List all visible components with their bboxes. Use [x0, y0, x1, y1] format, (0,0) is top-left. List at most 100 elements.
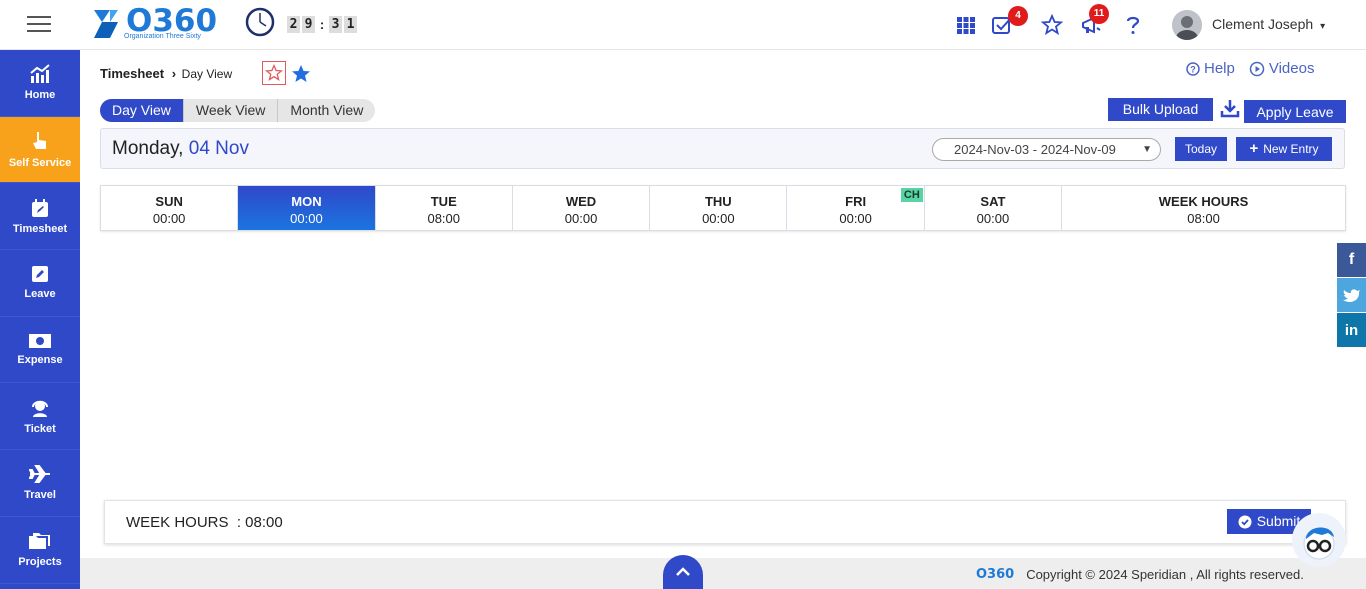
- sidebar-item-label: Ticket: [24, 422, 56, 435]
- question-circle-icon: ?: [1186, 61, 1200, 76]
- sidebar-item-label: Timesheet: [12, 222, 68, 235]
- day-cell-mon[interactable]: MON 00:00: [238, 186, 376, 230]
- copyright: O360 Copyright © 2024 Speridian , All ri…: [976, 567, 1304, 582]
- timer-separator: :: [319, 17, 325, 32]
- star-filled-icon[interactable]: [290, 63, 312, 85]
- chatbot-icon: [1303, 527, 1335, 560]
- day-hours: 00:00: [976, 211, 1010, 226]
- day-name: SAT: [980, 194, 1006, 209]
- bulk-upload-button[interactable]: Bulk Upload: [1108, 98, 1213, 121]
- user-avatar[interactable]: [1172, 10, 1202, 40]
- download-icon[interactable]: [1220, 98, 1240, 118]
- sidebar-item-timesheet[interactable]: Timesheet: [0, 183, 80, 251]
- money-icon: [29, 334, 51, 349]
- day-cell-wed[interactable]: WED 00:00: [513, 186, 651, 230]
- top-header: O360 Organization Three Sixty 2 9 : 3 1 …: [0, 0, 1366, 50]
- day-name: MON: [291, 194, 322, 209]
- help-question-icon[interactable]: [1122, 14, 1144, 36]
- sidebar-item-label: Expense: [17, 354, 63, 367]
- logo-subtitle: Organization Three Sixty: [124, 33, 201, 40]
- help-link[interactable]: ? Help: [1186, 60, 1235, 77]
- sidebar-item-travel[interactable]: Travel: [0, 450, 80, 517]
- facebook-icon: f: [1348, 251, 1355, 268]
- hand-pointer-icon: [33, 132, 46, 150]
- timer-digit: 3: [329, 16, 342, 33]
- day-hours: 00:00: [702, 211, 735, 226]
- sidebar-item-leave[interactable]: Leave: [0, 250, 80, 317]
- page-footer: O360 Copyright © 2024 Speridian , All ri…: [80, 555, 1366, 589]
- twitter-icon: [1342, 288, 1360, 302]
- apply-leave-button[interactable]: Apply Leave: [1244, 100, 1346, 123]
- sidebar-item-home[interactable]: Home: [0, 50, 80, 117]
- favorites-star-icon[interactable]: [1041, 14, 1063, 36]
- chevron-up-icon: [676, 567, 690, 576]
- user-name: Clement Joseph: [1212, 16, 1314, 32]
- logo-mark-icon: [94, 10, 118, 38]
- timer-digit: 9: [302, 16, 315, 33]
- apps-grid-icon[interactable]: [955, 14, 977, 36]
- new-entry-label: New Entry: [1263, 142, 1319, 156]
- app-logo[interactable]: O360 Organization Three Sixty: [90, 3, 225, 42]
- day-hours: 00:00: [290, 211, 323, 226]
- day-name: SUN: [155, 194, 183, 209]
- sidebar-item-expense[interactable]: Expense: [0, 317, 80, 384]
- day-cell-thu[interactable]: THU 00:00: [650, 186, 788, 230]
- timer-digit: 1: [344, 16, 357, 33]
- sidebar-item-label: Leave: [24, 288, 56, 301]
- week-hours-value: 08:00: [1187, 211, 1220, 226]
- day-cell-fri[interactable]: CH FRI 00:00: [787, 186, 925, 230]
- sidebar-item-ticket[interactable]: Ticket: [0, 383, 80, 451]
- linkedin-button[interactable]: in: [1337, 313, 1366, 347]
- day-cell-sun[interactable]: SUN 00:00: [101, 186, 239, 230]
- sidebar-item-label: Home: [24, 89, 56, 102]
- today-button[interactable]: Today: [1175, 137, 1227, 161]
- sidebar: Home Self Service Timesheet Leave Expens…: [0, 50, 80, 589]
- help-links: ? Help Videos: [1186, 60, 1314, 77]
- scroll-top-button[interactable]: [663, 555, 703, 589]
- videos-link[interactable]: Videos: [1249, 60, 1314, 77]
- twitter-button[interactable]: [1337, 278, 1366, 312]
- clock-icon: [245, 7, 275, 37]
- user-avatar-icon: [1172, 10, 1202, 40]
- breadcrumb-parent[interactable]: Timesheet: [100, 66, 164, 81]
- view-switcher: Day View Week View Month View: [100, 99, 376, 122]
- chevron-down-icon: ▼: [1142, 144, 1152, 155]
- calendar-edit-icon: [32, 198, 48, 217]
- day-cell-tue[interactable]: TUE 08:00: [376, 186, 513, 230]
- user-menu[interactable]: Clement Joseph ▾: [1212, 16, 1325, 32]
- date-range-value: 2024-Nov-03 - 2024-Nov-09: [954, 142, 1116, 157]
- new-entry-button[interactable]: + New Entry: [1236, 137, 1332, 161]
- check-circle-icon: [1238, 515, 1252, 528]
- day-hours: 00:00: [839, 211, 872, 226]
- holiday-tag: CH: [900, 188, 923, 202]
- tasks-badge: 4: [1008, 6, 1028, 26]
- sidebar-item-projects[interactable]: Projects: [0, 517, 80, 584]
- footer-logo: O360: [976, 567, 1015, 582]
- menu-icon[interactable]: [27, 16, 51, 34]
- tab-month-view[interactable]: Month View: [278, 99, 375, 122]
- add-favorite-button[interactable]: [262, 61, 286, 85]
- tab-day-view[interactable]: Day View: [100, 99, 184, 122]
- current-date-title: Monday, 04 Nov: [112, 138, 249, 160]
- day-cell-sat[interactable]: SAT 00:00: [925, 186, 1063, 230]
- date-range-select[interactable]: 2024-Nov-03 - 2024-Nov-09 ▼: [932, 138, 1161, 161]
- pencil-square-icon: [32, 266, 48, 283]
- breadcrumb-current: Day View: [181, 67, 233, 81]
- plus-icon: +: [1249, 140, 1259, 157]
- tab-week-view[interactable]: Week View: [184, 99, 279, 122]
- plane-icon: [29, 465, 50, 484]
- sidebar-item-self-service[interactable]: Self Service: [0, 116, 80, 184]
- chatbot-button[interactable]: [1292, 513, 1346, 567]
- facebook-button[interactable]: f: [1337, 243, 1366, 277]
- day-name: TUE: [430, 194, 457, 209]
- current-weekday: Monday,: [112, 138, 184, 159]
- timer-digit: 2: [287, 16, 300, 33]
- timer-display: 2 9 : 3 1: [287, 16, 357, 33]
- current-date: 04 Nov: [188, 138, 249, 159]
- play-circle-icon: [1249, 61, 1265, 76]
- week-days-strip: SUN 00:00 MON 00:00 TUE 08:00 WED 00:00 …: [100, 185, 1346, 231]
- announcement-badge: 11: [1089, 4, 1109, 24]
- main-content: Timesheet › Day View ? Help Videos Day V…: [80, 50, 1366, 558]
- sidebar-item-label: Self Service: [8, 157, 72, 170]
- star-outline-icon: [265, 64, 283, 81]
